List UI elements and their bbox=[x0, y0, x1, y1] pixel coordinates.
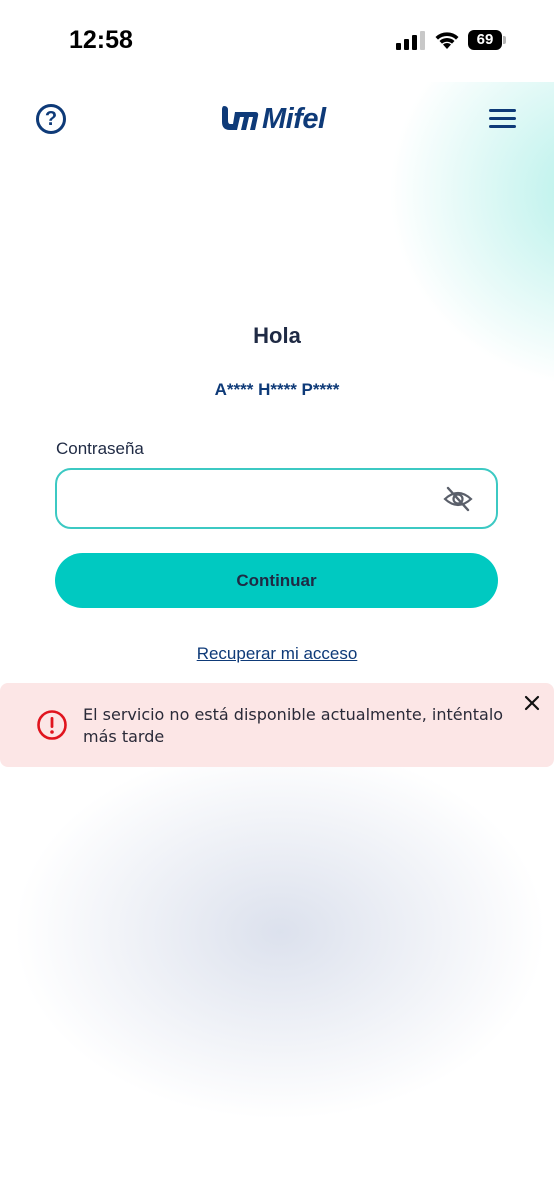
recover-access-link[interactable]: Recuperar mi acceso bbox=[0, 644, 554, 664]
menu-button[interactable] bbox=[489, 109, 516, 129]
greeting-title: Hola bbox=[253, 323, 301, 348]
mifel-logo: Mifel bbox=[220, 102, 340, 136]
error-message: El servicio no está disponible actualmen… bbox=[83, 705, 504, 746]
error-toast: El servicio no está disponible actualmen… bbox=[0, 683, 554, 767]
eye-off-icon[interactable] bbox=[443, 486, 473, 512]
login-screen: ? Mifel Hola A**** H**** P**** Contraseñ… bbox=[0, 82, 554, 1152]
signal-icon bbox=[396, 31, 425, 50]
password-field[interactable] bbox=[55, 468, 498, 529]
masked-username: A**** H**** P**** bbox=[214, 380, 340, 399]
battery-level: 69 bbox=[476, 31, 494, 48]
password-label: Contraseña bbox=[56, 439, 144, 458]
wifi-icon bbox=[435, 32, 459, 49]
battery-tip bbox=[503, 36, 506, 44]
continue-button[interactable]: Continuar bbox=[55, 553, 498, 608]
status-bar: 12:58 69 bbox=[0, 0, 554, 82]
mifel-logo-mark-icon bbox=[222, 106, 259, 130]
exclamation-circle-icon bbox=[37, 710, 67, 740]
password-input[interactable] bbox=[73, 482, 433, 516]
close-icon[interactable] bbox=[523, 694, 541, 712]
help-button[interactable]: ? bbox=[36, 104, 66, 134]
hamburger-menu-icon bbox=[489, 109, 516, 112]
question-circle-icon: ? bbox=[44, 108, 58, 130]
status-time: 12:58 bbox=[69, 26, 133, 54]
bottom-strip bbox=[0, 1152, 554, 1200]
hamburger-menu-icon-line bbox=[489, 117, 516, 120]
battery-icon: 69 bbox=[468, 30, 506, 50]
hamburger-menu-icon-line bbox=[489, 125, 516, 128]
logo-text: Mifel bbox=[262, 103, 326, 135]
